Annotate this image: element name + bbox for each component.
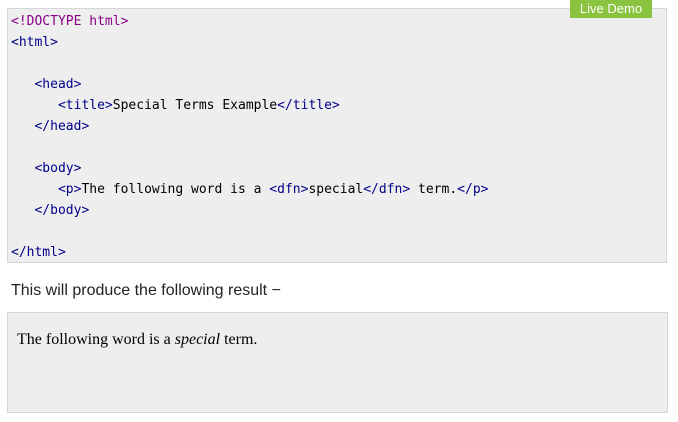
code-tag: <dfn> [269,182,309,197]
result-dfn-term: special [174,331,221,348]
code-tag: <title> [57,98,113,113]
code-example-box: <!DOCTYPE html> <html> <head> <title>Spec… [7,8,667,263]
code-line-title: <title>Special Terms Example</title> [11,95,488,116]
code-line-doctype: <!DOCTYPE html> [11,11,488,32]
result-output-box: The following word is a special term. [7,312,668,413]
code-tag: <html> [11,35,58,50]
code-tag: </dfn> [363,182,411,197]
code-tag: <p> [57,182,82,197]
code-line-body-open: <body> [11,158,488,179]
code-tag: </html> [11,245,66,260]
code-doctype: <!DOCTYPE html> [11,14,129,29]
code-listing: <!DOCTYPE html> <html> <head> <title>Spec… [11,11,488,263]
code-line-body-close: </body> [11,200,488,221]
code-text: special [308,182,364,197]
code-tag: <head> [34,77,82,92]
code-line-html-open: <html> [11,32,488,53]
result-text-after: term. [220,331,258,348]
code-text: The following word is a [81,182,270,197]
code-line-paragraph: <p>The following word is a <dfn>special<… [11,179,489,200]
code-tag: </p> [457,182,489,197]
code-line-head-open: <head> [11,74,488,95]
code-text: term. [410,182,458,197]
live-demo-button[interactable]: Live Demo [570,0,652,18]
code-tag: </head> [34,119,90,134]
code-line-head-close: </head> [11,116,488,137]
result-text-before: The following word is a [17,331,175,348]
result-paragraph: The following word is a special term. [17,330,257,350]
code-line-html-close: </html> [11,242,488,263]
code-text: Special Terms Example [112,98,278,113]
code-tag: <body> [34,161,82,176]
code-tag: </body> [34,203,90,218]
code-tag: </title> [277,98,340,113]
result-intro-text: This will produce the following result − [11,282,281,299]
